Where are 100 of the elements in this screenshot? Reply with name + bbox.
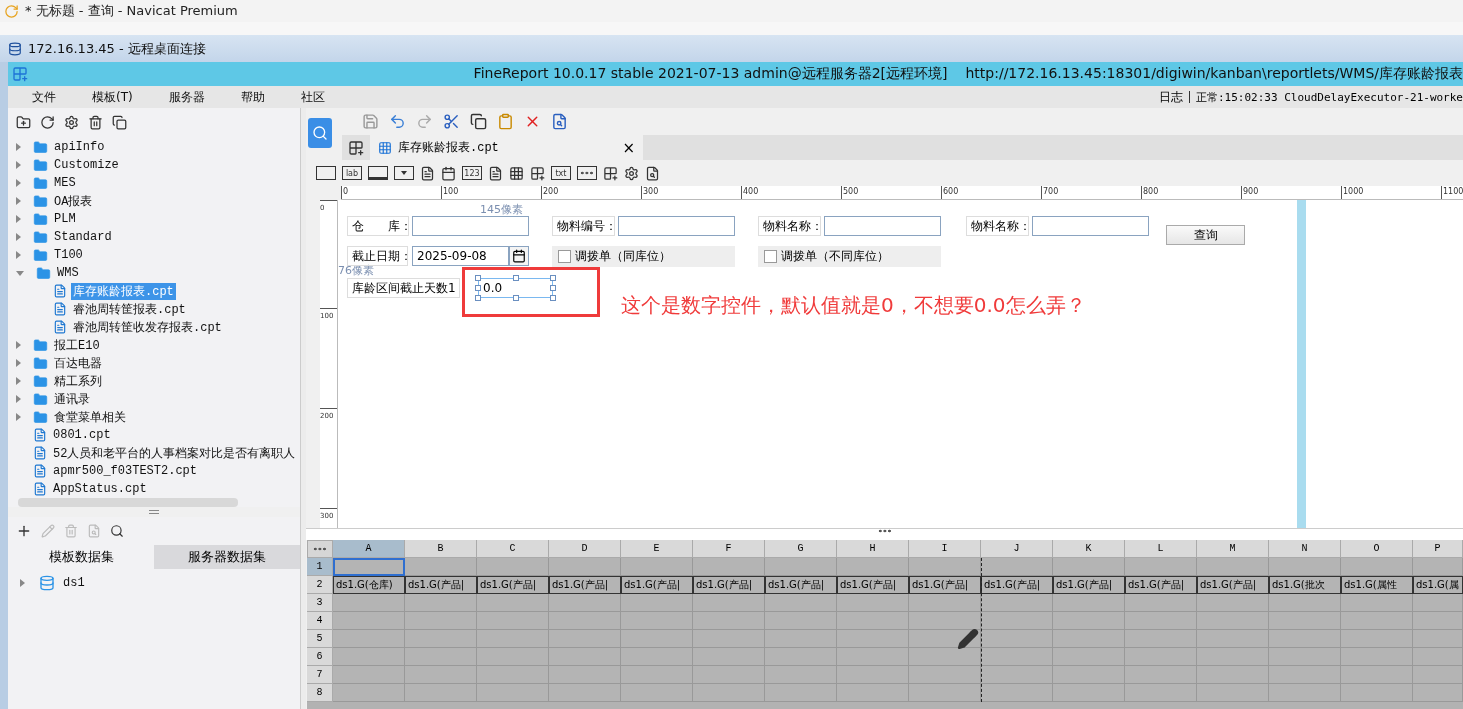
delete-icon[interactable]	[88, 114, 103, 130]
tree-item[interactable]: 食堂菜单相关	[52, 408, 128, 426]
column-header[interactable]: G	[765, 540, 837, 558]
table-cell[interactable]	[981, 612, 1053, 630]
table-cell[interactable]	[1413, 648, 1463, 666]
column-header[interactable]: A	[333, 540, 405, 558]
table-cell[interactable]	[1053, 630, 1125, 648]
menu-item[interactable]: 社区	[300, 88, 325, 106]
tree-item[interactable]: WMS	[55, 266, 81, 280]
scrollbar[interactable]	[18, 498, 238, 507]
table-cell[interactable]: ds1.G(产品|	[765, 576, 837, 594]
expand-arrow-icon[interactable]	[20, 579, 25, 587]
table-cell[interactable]	[477, 594, 549, 612]
row-header[interactable]: 2	[307, 576, 333, 594]
column-header[interactable]: B	[405, 540, 477, 558]
column-header[interactable]: J	[981, 540, 1053, 558]
active-cell[interactable]	[333, 558, 405, 576]
table-cell[interactable]	[621, 612, 693, 630]
table-cell[interactable]	[1413, 630, 1463, 648]
undo-icon[interactable]	[389, 113, 406, 130]
row-header[interactable]: 1	[307, 558, 333, 576]
table-cell[interactable]	[333, 594, 405, 612]
table-cell[interactable]	[981, 684, 1053, 702]
text-area-icon[interactable]	[488, 165, 503, 181]
column-header[interactable]: F	[693, 540, 765, 558]
menu-item[interactable]: 模板(T)	[92, 88, 133, 106]
table-cell[interactable]: ds1.G(产品|	[621, 576, 693, 594]
table-cell[interactable]: ds1.G(产品|	[1197, 576, 1269, 594]
expand-arrow-icon[interactable]	[16, 251, 21, 259]
column-header[interactable]: K	[1053, 540, 1125, 558]
table-cell[interactable]	[1269, 630, 1341, 648]
tree-item[interactable]: Customize	[52, 158, 121, 172]
table-cell[interactable]	[909, 558, 981, 576]
resize-handle[interactable]	[512, 295, 519, 301]
expand-arrow-icon[interactable]	[16, 413, 21, 421]
table-cell[interactable]	[1269, 612, 1341, 630]
table-cell[interactable]: ds1.G(产品|	[1053, 576, 1125, 594]
table-cell[interactable]: ds1.G(产品|	[1125, 576, 1197, 594]
table-cell[interactable]	[765, 594, 837, 612]
expand-arrow-icon[interactable]	[16, 179, 21, 187]
table-cell[interactable]	[549, 594, 621, 612]
expand-arrow-icon[interactable]	[16, 395, 21, 403]
table-cell[interactable]	[1413, 666, 1463, 684]
table-cell[interactable]	[909, 630, 981, 648]
menu-item[interactable]: 文件	[32, 88, 56, 106]
row-header[interactable]: 5	[307, 630, 333, 648]
cut-icon[interactable]	[443, 113, 460, 130]
table-cell[interactable]	[1341, 648, 1413, 666]
text-search-icon[interactable]	[551, 113, 568, 130]
tree-item[interactable]: AppStatus.cpt	[51, 482, 149, 496]
table-cell[interactable]	[1413, 612, 1463, 630]
table-cell[interactable]	[477, 558, 549, 576]
table-cell[interactable]	[1341, 666, 1413, 684]
table-cell[interactable]: ds1.G(仓库)	[333, 576, 405, 594]
table-cell[interactable]	[621, 558, 693, 576]
text-field[interactable]	[1032, 216, 1149, 236]
table-cell[interactable]: ds1.G(属性	[1341, 576, 1413, 594]
number-field[interactable]: 0.0	[478, 278, 553, 298]
table-cell[interactable]	[1197, 648, 1269, 666]
table-cell[interactable]	[333, 648, 405, 666]
table-cell[interactable]	[549, 666, 621, 684]
table-cell[interactable]	[693, 648, 765, 666]
table-cell[interactable]	[693, 558, 765, 576]
table-cell[interactable]	[1197, 612, 1269, 630]
table-cell[interactable]	[1125, 558, 1197, 576]
table-cell[interactable]	[549, 558, 621, 576]
tree-item[interactable]: PLM	[52, 212, 78, 226]
table-cell[interactable]	[981, 630, 1053, 648]
expand-arrow-icon[interactable]	[16, 270, 24, 276]
table-cell[interactable]	[477, 648, 549, 666]
table-cell[interactable]	[1125, 684, 1197, 702]
row-header[interactable]: 6	[307, 648, 333, 666]
table-cell[interactable]	[837, 684, 909, 702]
table-cell[interactable]: ds1.G(批次	[1269, 576, 1341, 594]
tree-item[interactable]: 报工E10	[52, 336, 102, 354]
table-cell[interactable]	[693, 594, 765, 612]
column-header[interactable]: P	[1413, 540, 1463, 558]
table-cell[interactable]	[1413, 558, 1463, 576]
expand-arrow-icon[interactable]	[16, 143, 21, 151]
menu-item[interactable]: 服务器	[168, 88, 205, 106]
table-cell[interactable]	[333, 666, 405, 684]
row-header[interactable]: 3	[307, 594, 333, 612]
table-cell[interactable]	[981, 594, 1053, 612]
table-cell[interactable]	[909, 684, 981, 702]
table-cell[interactable]	[1269, 684, 1341, 702]
table-cell[interactable]	[837, 666, 909, 684]
table-cell[interactable]	[405, 684, 477, 702]
close-icon[interactable]: ×	[622, 138, 635, 157]
tree-item[interactable]: apiInfo	[52, 140, 107, 154]
splitter[interactable]	[8, 507, 300, 517]
text-field[interactable]	[412, 216, 529, 236]
tree-item[interactable]: 睿池周转筐报表.cpt	[71, 300, 188, 318]
row-header[interactable]: 4	[307, 612, 333, 630]
column-header[interactable]: D	[549, 540, 621, 558]
table-cell[interactable]	[693, 612, 765, 630]
tree-item[interactable]: 0801.cpt	[51, 428, 113, 442]
preview-chart-icon[interactable]	[308, 118, 332, 148]
table-cell[interactable]	[1269, 558, 1341, 576]
table-cell[interactable]	[981, 558, 1053, 576]
copy-icon[interactable]	[470, 113, 487, 130]
